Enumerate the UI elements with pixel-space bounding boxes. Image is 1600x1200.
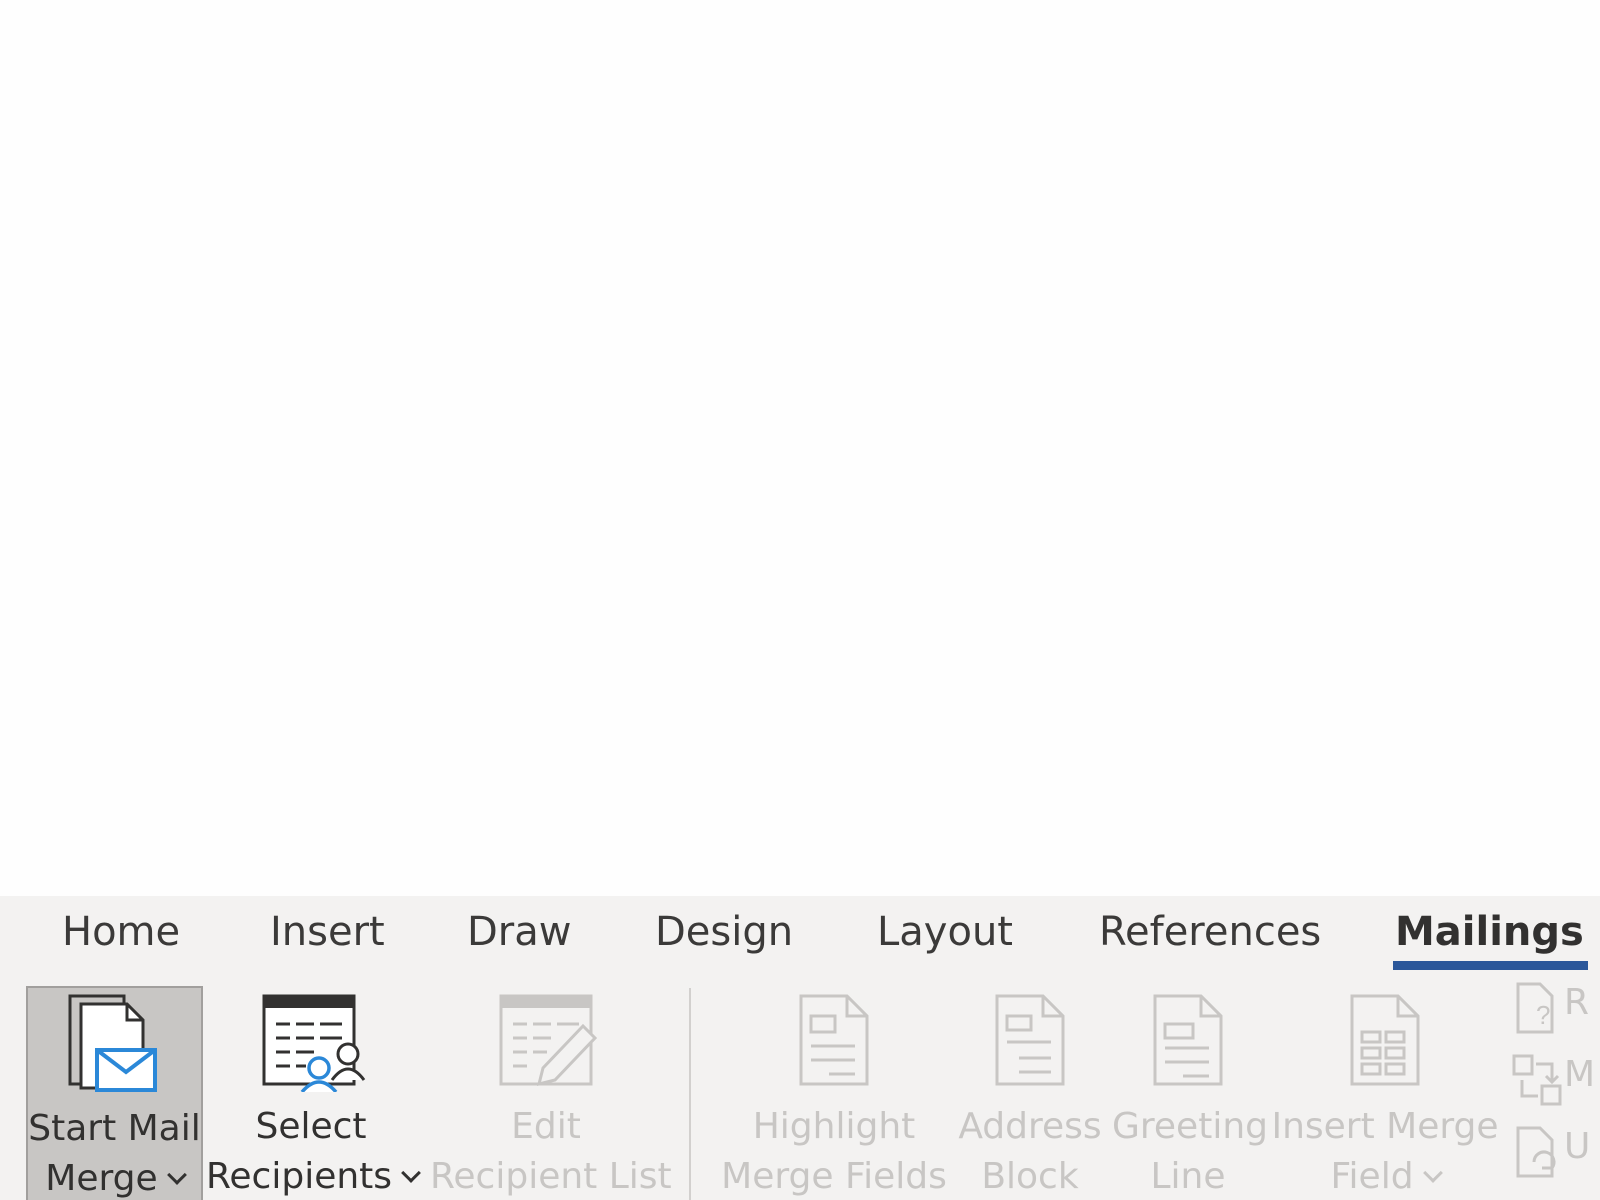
start-mail-merge-button[interactable]: Start Mail Merge xyxy=(26,986,203,1200)
address-block-line2: Block xyxy=(981,1156,1079,1197)
edit-recipient-list-button[interactable]: Edit Recipient List xyxy=(430,986,672,1200)
ribbon: Home Insert Draw Design Layout Reference… xyxy=(0,896,1600,1200)
select-recipients-line1: Select xyxy=(255,1106,367,1147)
match-fields-label: M xyxy=(1564,1054,1596,1095)
address-block-line1: Address xyxy=(958,1106,1102,1147)
edit-recipient-list-label: Edit Recipient List xyxy=(430,1102,672,1200)
rules-button[interactable]: ? R xyxy=(1510,976,1600,1040)
select-recipients-button[interactable]: Select Recipients xyxy=(206,986,421,1200)
tab-insert[interactable]: Insert xyxy=(270,896,385,968)
highlight-merge-fields-line2: Merge Fields xyxy=(721,1156,947,1197)
group-separator xyxy=(689,988,691,1200)
greeting-line-button[interactable]: Greeting Line xyxy=(1112,986,1268,1200)
tab-layout[interactable]: Layout xyxy=(877,896,1013,968)
tab-mailings[interactable]: Mailings xyxy=(1393,896,1588,970)
start-mail-merge-icon xyxy=(68,994,157,1092)
update-labels-label: U xyxy=(1564,1126,1591,1167)
insert-merge-field-line2: Field xyxy=(1330,1156,1414,1197)
tab-draw[interactable]: Draw xyxy=(467,896,571,968)
small-commands-group: ? R M U xyxy=(1510,976,1600,1200)
chevron-down-icon xyxy=(1422,1163,1443,1183)
start-mail-merge-label: Start Mail Merge xyxy=(28,1104,201,1200)
start-mail-merge-line2-row: Merge xyxy=(28,1154,201,1200)
tab-home[interactable]: Home xyxy=(62,896,180,968)
match-fields-icon xyxy=(1512,1054,1562,1106)
insert-merge-field-icon xyxy=(1350,994,1420,1086)
edit-recipient-list-icon xyxy=(499,994,598,1087)
highlight-merge-fields-label: Highlight Merge Fields xyxy=(718,1102,950,1200)
highlight-merge-fields-icon xyxy=(799,994,869,1086)
chevron-down-icon xyxy=(166,1165,187,1185)
tab-design[interactable]: Design xyxy=(655,896,793,968)
select-recipients-icon xyxy=(262,994,366,1092)
match-fields-button[interactable]: M xyxy=(1510,1048,1600,1112)
start-mail-merge-line2: Merge xyxy=(45,1158,158,1199)
rules-icon: ? xyxy=(1516,982,1554,1034)
address-block-label: Address Block xyxy=(954,1102,1106,1200)
greeting-line-label: Greeting Line xyxy=(1112,1102,1268,1200)
tab-references[interactable]: References xyxy=(1099,896,1321,968)
svg-text:?: ? xyxy=(1536,1000,1550,1030)
chevron-down-icon xyxy=(401,1163,421,1183)
update-labels-icon xyxy=(1516,1126,1556,1178)
rules-label: R xyxy=(1564,982,1590,1023)
ribbon-tabs: Home Insert Draw Design Layout Reference… xyxy=(0,896,1600,980)
edit-recipient-list-line2: Recipient List xyxy=(430,1156,672,1197)
highlight-merge-fields-button[interactable]: Highlight Merge Fields xyxy=(718,986,950,1200)
edit-recipient-list-line1: Edit xyxy=(511,1106,581,1147)
greeting-line-icon xyxy=(1153,994,1223,1086)
insert-merge-field-button[interactable]: Insert Merge Field xyxy=(1270,986,1500,1200)
select-recipients-label: Select Recipients xyxy=(206,1102,421,1200)
select-recipients-line2-row: Recipients xyxy=(206,1152,421,1200)
address-block-button[interactable]: Address Block xyxy=(954,986,1106,1200)
highlight-merge-fields-line1: Highlight xyxy=(752,1106,916,1147)
select-recipients-line2: Recipients xyxy=(206,1156,393,1197)
greeting-line-line2: Line xyxy=(1150,1156,1226,1197)
update-labels-button[interactable]: U xyxy=(1510,1120,1600,1184)
insert-merge-field-line1: Insert Merge xyxy=(1271,1106,1499,1147)
document-canvas[interactable] xyxy=(0,0,1600,896)
insert-merge-field-line2-row: Field xyxy=(1270,1152,1500,1200)
insert-merge-field-label: Insert Merge Field xyxy=(1270,1102,1500,1200)
greeting-line-line1: Greeting xyxy=(1112,1106,1268,1147)
start-mail-merge-line1: Start Mail xyxy=(28,1108,201,1149)
address-block-icon xyxy=(995,994,1065,1086)
